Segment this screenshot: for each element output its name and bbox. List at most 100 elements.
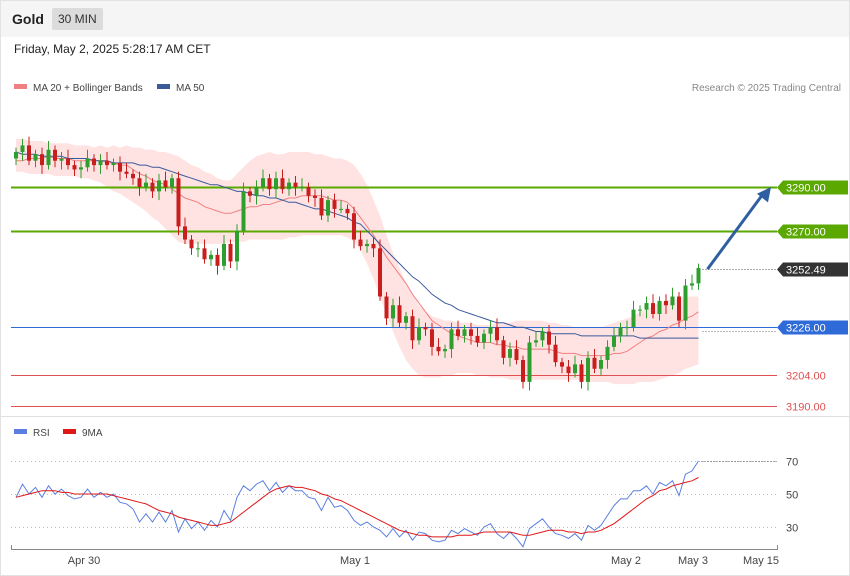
ma20-legend-label: MA 20 + Bollinger Bands bbox=[33, 83, 143, 94]
candle-body bbox=[339, 208, 343, 210]
candle-body bbox=[27, 145, 31, 161]
candle-body bbox=[183, 226, 187, 240]
candle-body bbox=[163, 180, 168, 187]
candle-body bbox=[222, 243, 226, 266]
level-label-3190.00: 3190.00 bbox=[786, 402, 826, 414]
candle-body bbox=[332, 200, 337, 209]
candle-body bbox=[261, 178, 265, 187]
candle-body bbox=[72, 165, 77, 170]
candle-body bbox=[59, 158, 64, 161]
rsi-line bbox=[15, 460, 699, 548]
candle-body bbox=[248, 191, 252, 196]
candle-body bbox=[553, 344, 558, 363]
candle-body bbox=[66, 158, 70, 166]
candle bbox=[521, 355, 525, 389]
candle bbox=[235, 224, 239, 271]
rsi-legend-swatch bbox=[14, 429, 27, 434]
candle bbox=[215, 248, 220, 275]
x-tick-label: Apr 30 bbox=[68, 555, 100, 567]
candle-body bbox=[540, 331, 545, 341]
candle-body bbox=[657, 300, 662, 315]
candle-body bbox=[176, 178, 181, 227]
rsi-ma-legend-label: 9MA bbox=[82, 428, 103, 439]
candle-body bbox=[462, 329, 467, 336]
ma50-legend-label: MA 50 bbox=[176, 83, 205, 94]
candle-body bbox=[150, 182, 155, 192]
chart-window: Gold 30 MIN Friday, May 2, 2025 5:28:17 … bbox=[0, 0, 850, 576]
rsi-ma-legend-swatch bbox=[63, 429, 76, 434]
candle-body bbox=[391, 305, 395, 319]
candle-body bbox=[137, 178, 142, 187]
candle-body bbox=[475, 335, 480, 343]
rsi-legend: RSI 9MA bbox=[14, 428, 103, 439]
rsi-tick-50: 50 bbox=[786, 490, 798, 502]
candle-body bbox=[443, 349, 447, 352]
x-tick-label: May 1 bbox=[340, 555, 370, 567]
level-label-3252.49: 3252.49 bbox=[786, 265, 826, 277]
candle-body bbox=[638, 309, 642, 311]
candle-body bbox=[215, 254, 220, 266]
candle-body bbox=[46, 149, 51, 166]
candle-body bbox=[683, 285, 688, 321]
candle-body bbox=[625, 327, 629, 329]
candle-body bbox=[53, 149, 57, 161]
candle-body bbox=[293, 182, 298, 187]
candle-body bbox=[228, 243, 233, 262]
candle-body bbox=[352, 213, 356, 240]
candle-body bbox=[690, 283, 694, 286]
candle bbox=[209, 250, 213, 266]
candle bbox=[696, 263, 701, 290]
rsi-tick-30: 30 bbox=[786, 523, 798, 535]
candle-body bbox=[449, 329, 454, 350]
candle-body bbox=[488, 327, 493, 334]
level-label-3204.00: 3204.00 bbox=[786, 371, 826, 383]
candle-body bbox=[358, 239, 363, 247]
candle-body bbox=[404, 316, 408, 323]
candle-body bbox=[118, 162, 122, 172]
candle-body bbox=[14, 151, 18, 159]
candle-body bbox=[605, 346, 610, 361]
price-chart: MA 20 + Bollinger Bands MA 50 Research ©… bbox=[1, 83, 849, 567]
candle-body bbox=[527, 342, 532, 382]
candle-body bbox=[384, 296, 389, 319]
candle-body bbox=[319, 197, 324, 216]
candle-body bbox=[105, 160, 109, 166]
main-plot: 3290.00 3270.00 3252.49 3226.00 3204.00 3190.… bbox=[11, 136, 848, 414]
candle-body bbox=[144, 182, 148, 187]
candle bbox=[228, 239, 233, 269]
main-legend: MA 20 + Bollinger Bands MA 50 bbox=[14, 83, 205, 94]
candle-body bbox=[98, 160, 103, 166]
candle-body bbox=[612, 335, 616, 347]
candle-body bbox=[631, 309, 636, 328]
candle-body bbox=[287, 182, 291, 190]
candle-body bbox=[202, 248, 207, 260]
candle-body bbox=[313, 195, 317, 198]
copyright-text: Research © 2025 Trading Central bbox=[692, 83, 841, 94]
candle-body bbox=[196, 248, 200, 250]
x-axis: Apr 30 May 1 May 2 May 3 May 15 bbox=[11, 545, 779, 567]
candle-body bbox=[547, 331, 551, 345]
candle-body bbox=[111, 162, 116, 166]
level-label-3290.00: 3290.00 bbox=[786, 183, 826, 195]
candle-body bbox=[618, 327, 623, 336]
candle-body bbox=[326, 200, 330, 216]
candle-body bbox=[85, 158, 90, 168]
candle-body bbox=[696, 268, 701, 284]
candle-body bbox=[306, 187, 311, 196]
candle-body bbox=[521, 360, 525, 382]
candle bbox=[527, 335, 532, 391]
candle bbox=[176, 171, 181, 236]
candle-body bbox=[378, 248, 382, 297]
candle-body bbox=[592, 357, 597, 369]
level-label-3270.00: 3270.00 bbox=[786, 227, 826, 239]
candle-body bbox=[456, 329, 460, 336]
candle-body bbox=[274, 178, 278, 190]
candle-body bbox=[170, 178, 174, 187]
candle-body bbox=[209, 254, 213, 260]
candle-body bbox=[469, 329, 473, 336]
candle-body bbox=[677, 296, 681, 321]
candle-body bbox=[33, 154, 38, 161]
candle-body bbox=[508, 349, 512, 358]
candle-body bbox=[670, 296, 675, 306]
level-label-3226.00: 3226.00 bbox=[786, 323, 826, 335]
